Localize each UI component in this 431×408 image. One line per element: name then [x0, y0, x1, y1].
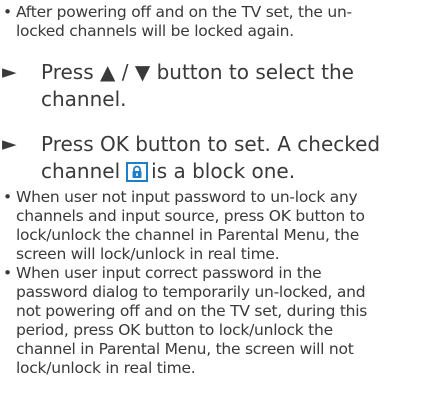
arrow-right-icon: ►: [2, 133, 17, 155]
step-line: channel.: [41, 87, 127, 111]
step-line: Press OK button to set. A checked: [41, 132, 381, 156]
bullet-line: When user not input password to un-lock …: [16, 188, 358, 206]
step-line: Press ▲ / ▼ button to select the: [41, 60, 354, 84]
bullet-line: When user input correct password in the: [16, 264, 322, 282]
bullet-line: channels and input source, press OK butt…: [16, 207, 365, 225]
manual-page: • After powering off and on the TV set, …: [0, 0, 431, 408]
bullet-item-no-password: • When user not input password to un-loc…: [0, 188, 431, 264]
step-line-before-icon: channel: [41, 159, 121, 183]
bullet-line: lock/unlock the channel in Parental Menu…: [16, 226, 360, 244]
bullet-marker: •: [3, 3, 12, 21]
bullet-line: lock/unlock in real time.: [16, 359, 196, 377]
bullet-line: not powering off and on the TV set, duri…: [16, 302, 368, 320]
step-line-after-icon: is a block one.: [151, 159, 296, 183]
bullet-item-relock-note: • After powering off and on the TV set, …: [0, 3, 431, 41]
step-line: channel is a block one.: [41, 158, 431, 185]
bullet-line: password dialog to temporarily un-locked…: [16, 283, 366, 301]
bullet-line: screen will lock/unlock in real time.: [16, 245, 280, 263]
step-item-select-channel: ► Press ▲ / ▼ button to select the chann…: [0, 59, 431, 113]
step-item-set-lock: ► Press OK button to set. A checked chan…: [0, 131, 431, 185]
bullet-marker: •: [3, 264, 12, 282]
arrow-right-icon: ►: [2, 61, 17, 83]
bullet-item-correct-password: • When user input correct password in th…: [0, 264, 431, 378]
bullet-line: channel in Parental Menu, the screen wil…: [16, 340, 354, 358]
bullet-line: After powering off and on the TV set, th…: [16, 3, 352, 21]
bullet-marker: •: [3, 188, 12, 206]
lock-icon: [126, 162, 149, 182]
bullet-line: locked channels will be locked again.: [16, 22, 294, 40]
bullet-line: period, press OK button to lock/unlock t…: [16, 321, 333, 339]
